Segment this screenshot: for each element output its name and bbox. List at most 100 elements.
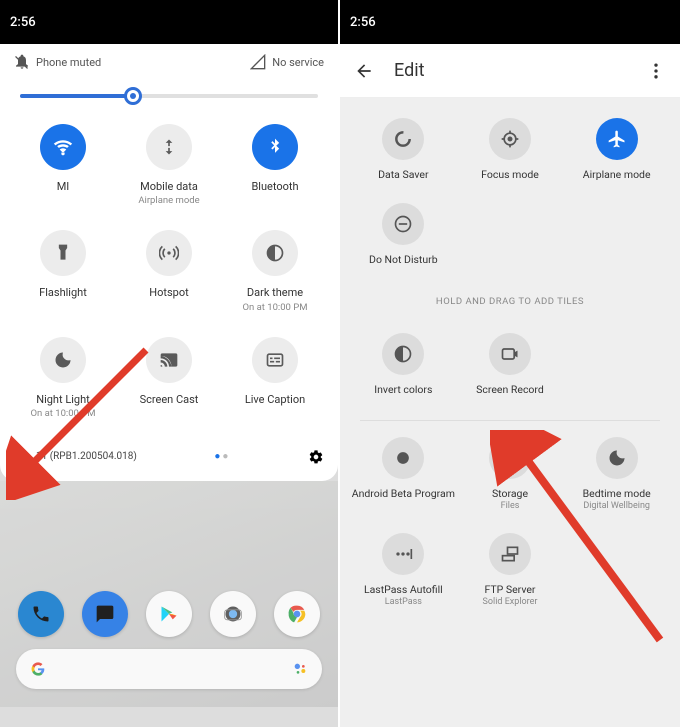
dnd-icon[interactable] (382, 203, 424, 245)
tile-sublabel: Solid Explorer (483, 597, 538, 607)
tile-sublabel: Airplane mode (138, 195, 199, 206)
bedtime-icon[interactable] (596, 437, 638, 479)
airplane-icon[interactable] (596, 118, 638, 160)
tile-label: Data Saver (378, 168, 428, 181)
service-indicator: No service (250, 54, 324, 70)
tile-mobile-data[interactable]: Mobile dataAirplane mode (116, 124, 222, 206)
tile-label: Bluetooth (251, 180, 298, 194)
play-store-app-icon[interactable] (146, 591, 192, 637)
cast-icon[interactable] (146, 337, 192, 383)
tile-invert-colors[interactable]: Invert colors (350, 333, 457, 396)
tile-label: Mobile data (140, 180, 198, 194)
page-indicator: ●● (214, 451, 230, 462)
tile-label: Night Light (36, 393, 90, 407)
google-g-icon (30, 661, 46, 677)
tile-label: Bedtime mode (583, 487, 651, 500)
bell-off-icon (14, 54, 30, 70)
pencil-icon[interactable] (14, 449, 30, 465)
tile-label: Flashlight (39, 286, 87, 300)
tile-bluetooth[interactable]: Bluetooth (222, 124, 328, 206)
signal-off-icon (250, 54, 266, 70)
lastpass-icon[interactable] (382, 533, 424, 575)
camera-app-icon[interactable] (210, 591, 256, 637)
tile-bedtime-mode[interactable]: Bedtime modeDigital Wellbeing (563, 437, 670, 511)
tile-flashlight[interactable]: Flashlight (10, 230, 116, 312)
tile-sublabel: Files (501, 501, 520, 511)
tile-data-saver[interactable]: Data Saver (350, 118, 457, 181)
datasaver-icon[interactable] (382, 118, 424, 160)
nightlight-icon[interactable] (40, 337, 86, 383)
record-icon[interactable] (489, 333, 531, 375)
tile-live-caption[interactable]: Live Caption (222, 337, 328, 419)
tile-airplane-mode[interactable]: Airplane mode (563, 118, 670, 181)
ftp-icon[interactable] (489, 533, 531, 575)
darktheme-icon[interactable] (252, 230, 298, 276)
overflow-menu-icon[interactable] (646, 61, 666, 81)
tile-lastpass-autofill[interactable]: LastPass AutofillLastPass (350, 533, 457, 607)
tile-sublabel: On at 10:00 PM (242, 302, 307, 313)
focus-icon[interactable] (489, 118, 531, 160)
tile-sublabel: Digital Wellbeing (583, 501, 650, 511)
tile-label: Live Caption (245, 393, 305, 407)
tile-sublabel: LastPass (385, 597, 422, 607)
tile-label: Screen Record (476, 383, 544, 396)
tile-do-not-disturb[interactable]: Do Not Disturb (350, 203, 457, 266)
tile-dark-theme[interactable]: Dark theme On at 10:00 PM (222, 230, 328, 312)
wifi-icon[interactable] (40, 124, 86, 170)
tile-mi[interactable]: MI (10, 124, 116, 206)
tile-screen-record[interactable]: Screen Record (457, 333, 564, 396)
tile-ftp-server[interactable]: FTP ServerSolid Explorer (457, 533, 564, 607)
hotspot-icon[interactable] (146, 230, 192, 276)
tile-android-beta-program[interactable]: Android Beta Program (350, 437, 457, 511)
build-version: 11 (RPB1.200504.018) (36, 451, 137, 462)
status-bar: 2:56 (340, 0, 680, 44)
brightness-thumb[interactable] (124, 87, 142, 105)
assistant-icon[interactable] (292, 661, 308, 677)
hold-drag-hint: HOLD AND DRAG TO ADD TILES (340, 284, 680, 313)
tile-label: Airplane mode (583, 168, 651, 181)
invert-icon[interactable] (382, 333, 424, 375)
messages-app-icon[interactable] (82, 591, 128, 637)
flashlight-icon[interactable] (40, 230, 86, 276)
quick-settings-screenshot: 2:56 Phone muted No service MI Mobile dat… (0, 0, 340, 727)
edit-title: Edit (394, 60, 626, 81)
clock: 2:56 (350, 15, 376, 30)
tile-focus-mode[interactable]: Focus mode (457, 118, 564, 181)
tile-label: Screen Cast (140, 393, 199, 407)
beta-icon[interactable] (382, 437, 424, 479)
tile-label: Invert colors (374, 383, 432, 396)
tile-label: Focus mode (481, 168, 539, 181)
status-bar: 2:56 (0, 0, 338, 44)
tile-storage[interactable]: StorageFiles (457, 437, 564, 511)
edit-tiles-screenshot: 2:56 Edit Data Saver Focus mode Airplane m… (340, 0, 680, 727)
tile-label: Dark theme (247, 286, 303, 300)
tile-label: Storage (492, 487, 528, 500)
phone-muted-label: Phone muted (36, 56, 101, 69)
mobiledata-icon[interactable] (146, 124, 192, 170)
chrome-app-icon[interactable] (274, 591, 320, 637)
storage-icon[interactable] (489, 437, 531, 479)
google-search-bar[interactable] (16, 649, 322, 689)
tile-hotspot[interactable]: Hotspot (116, 230, 222, 312)
tile-label: Android Beta Program (352, 487, 455, 500)
tile-label: FTP Server (484, 583, 535, 596)
homescreen-background (0, 481, 338, 707)
caption-icon[interactable] (252, 337, 298, 383)
tile-label: Hotspot (149, 286, 188, 300)
section-divider (360, 420, 660, 421)
quick-settings-panel: Phone muted No service MI Mobile dataAirp… (0, 44, 338, 481)
tile-label: LastPass Autofill (364, 583, 443, 596)
phone-muted-indicator: Phone muted (14, 54, 101, 70)
clock: 2:56 (10, 15, 36, 30)
phone-app-icon[interactable] (18, 591, 64, 637)
edit-header: Edit (340, 44, 680, 98)
tile-screen-cast[interactable]: Screen Cast (116, 337, 222, 419)
tile-night-light[interactable]: Night LightOn at 10:00 PM (10, 337, 116, 419)
tile-label: Do Not Disturb (369, 253, 438, 266)
tile-label: MI (57, 180, 70, 194)
tile-sublabel: On at 10:00 PM (30, 408, 95, 419)
gear-icon[interactable] (308, 449, 324, 465)
back-arrow-icon[interactable] (354, 61, 374, 81)
bluetooth-icon[interactable] (252, 124, 298, 170)
brightness-slider[interactable] (20, 94, 318, 98)
